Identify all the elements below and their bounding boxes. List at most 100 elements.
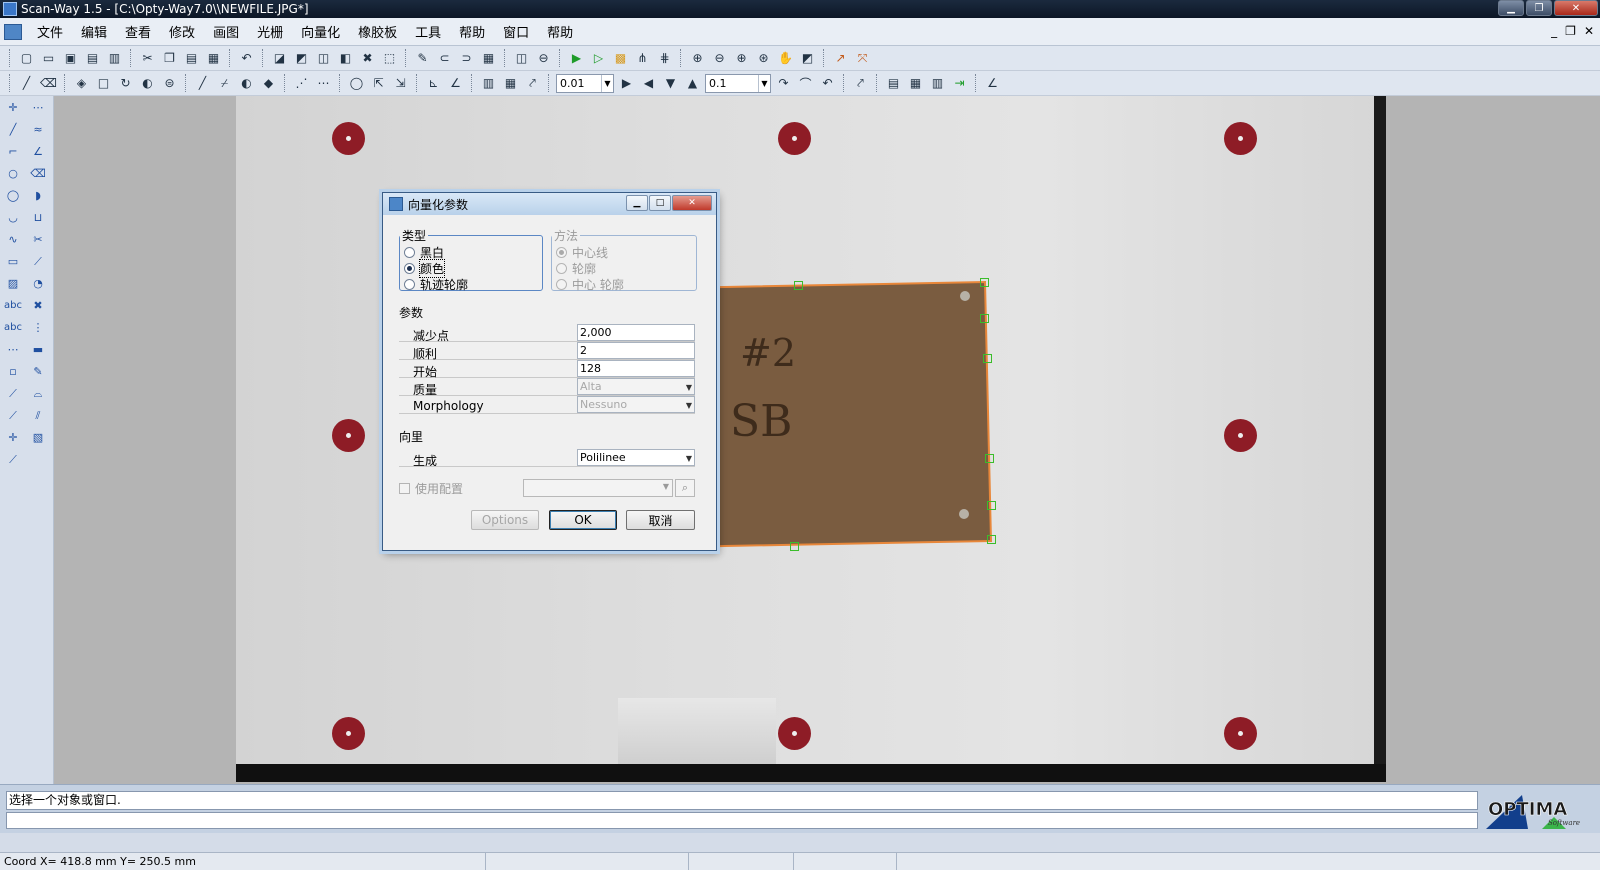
nodes-tool-icon[interactable]: ⋮ [27,317,49,338]
arc-tool-icon[interactable]: ◡ [2,207,24,228]
open-folder-icon[interactable]: ▭ [39,49,58,68]
rotate-cw-icon[interactable]: ↷ [774,74,793,93]
bucket-tool-icon[interactable]: ⊔ [27,207,49,228]
snap-center-icon[interactable]: ✛ [2,427,24,448]
pan-icon[interactable]: ✋ [776,49,795,68]
snap-end-icon[interactable]: ⟋ [2,383,24,404]
generate-select[interactable]: Polilinee ▼ [577,449,695,466]
radio-button[interactable] [404,278,415,290]
angle-icon[interactable]: ∠ [446,74,465,93]
minimize-button[interactable]: ▁ [1498,0,1524,16]
hatch-tool-icon[interactable]: ▨ [2,273,24,294]
run-icon[interactable]: ▶ [567,49,586,68]
reduce-points-input[interactable]: 2,000 [577,324,695,341]
play-right-icon[interactable]: ▶ [617,74,636,93]
maximize-button[interactable]: ❐ [1526,0,1552,16]
chevron-down-icon[interactable]: ▼ [758,74,770,92]
menu-tools[interactable]: 工具 [406,22,450,41]
undo-icon[interactable]: ↶ [237,49,256,68]
filter-icon[interactable]: ⋔ [633,49,652,68]
circle3p-tool-icon[interactable]: ◯ [2,185,24,206]
dots-icon[interactable]: ⋯ [27,97,49,118]
curve-tool-icon[interactable]: ≈ [27,119,49,140]
cancel-button[interactable]: 取消 [626,510,695,530]
play-down-icon[interactable]: ▼ [661,74,680,93]
drawing-canvas[interactable]: #2 SB [54,96,1600,784]
delete-icon[interactable]: ✖ [358,49,377,68]
selection-handle[interactable] [985,454,994,463]
radio-button[interactable] [404,246,415,258]
type-option-trace[interactable]: 轨迹轮廓 [404,276,542,292]
angle-measure-icon[interactable]: ∠ [983,74,1002,93]
eyedropper-icon[interactable]: ⤤ [851,74,870,93]
menu-help-1[interactable]: 帮助 [450,22,494,41]
selection-handle[interactable] [794,281,803,290]
open-dxf-icon[interactable]: ▤ [83,49,102,68]
copy-icon[interactable]: ❐ [160,49,179,68]
play-up-icon[interactable]: ▲ [683,74,702,93]
menu-modify[interactable]: 修改 [160,22,204,41]
erase-line-icon[interactable]: ⌿ [215,74,234,93]
fill-icon[interactable]: ◈ [72,74,91,93]
export-green-icon[interactable]: ⇥ [950,74,969,93]
snap-mid-icon[interactable]: ⟋ [2,405,24,426]
ruler-tool-icon[interactable]: ⟋ [27,251,49,272]
zoom-out-icon[interactable]: ⊖ [710,49,729,68]
menu-help-2[interactable]: 帮助 [538,22,582,41]
menu-raster[interactable]: 光栅 [248,22,292,41]
line-tool-icon[interactable]: ╱ [193,74,212,93]
text-tool-icon[interactable]: abc [2,295,24,316]
text-curve-tool-icon[interactable]: abc [2,317,24,338]
link-icon[interactable]: ⊂ [435,49,454,68]
paste-special-icon[interactable]: ▦ [204,49,223,68]
selection-handle[interactable] [790,542,799,551]
equal-icon[interactable]: ⊜ [160,74,179,93]
toolbar-grip[interactable] [9,49,11,67]
mdi-close-button[interactable]: ✕ [1584,24,1594,38]
mirror-icon[interactable]: ◫ [512,49,531,68]
flip-icon[interactable]: ⊖ [534,49,553,68]
angle-tool-icon[interactable]: ∠ [27,141,49,162]
circle-tool-icon[interactable]: ○ [2,163,24,184]
menu-rubber[interactable]: 橡胶板 [349,22,406,41]
draw-line-icon[interactable]: ╱ [17,74,36,93]
stats-icon[interactable]: ▦ [501,74,520,93]
balloon-icon[interactable]: ◯ [347,74,366,93]
selection-handle[interactable] [983,354,992,363]
eraser-icon[interactable]: ⌫ [39,74,58,93]
measure-icon[interactable]: ⊾ [424,74,443,93]
arrow-cross-icon[interactable]: ⤧ [853,49,872,68]
text-grid-icon[interactable]: ⋯ [314,74,333,93]
dialog-title-bar[interactable]: 向量化参数 ▁ □ ✕ [383,193,716,215]
pencil-icon[interactable]: ✎ [413,49,432,68]
selection-handle[interactable] [980,314,989,323]
blob-tool-icon[interactable]: ◔ [27,273,49,294]
delete-tool-icon[interactable]: ✖ [27,295,49,316]
line-tool-icon[interactable]: ╱ [2,119,24,140]
selection-handle[interactable] [987,535,996,544]
dialog-minimize-button[interactable]: ▁ [626,195,648,211]
table-icon[interactable]: ▥ [928,74,947,93]
mirror-h-icon[interactable]: ◐ [138,74,157,93]
snap-point-icon[interactable]: ▫ [2,361,24,382]
dialog-maximize-button[interactable]: □ [649,195,671,211]
square-icon[interactable]: □ [94,74,113,93]
snap-perp-icon[interactable]: ⟋ [2,449,24,470]
menu-file[interactable]: 文件 [28,22,72,41]
snap-dots-icon[interactable]: ⋯ [2,339,24,360]
image-tool-icon[interactable]: ▧ [27,427,49,448]
step-combo[interactable]: 0.1 ▼ [705,73,771,93]
menu-vectorize[interactable]: 向量化 [292,22,349,41]
spline-tool-icon[interactable]: ∿ [2,229,24,250]
paste-icon[interactable]: ▤ [182,49,201,68]
mdi-minimize-button[interactable]: _ [1551,24,1557,38]
brush-tool-icon[interactable]: ✎ [27,361,49,382]
layer-move-icon[interactable]: ◫ [314,49,333,68]
rectangle-tool-icon[interactable]: ▭ [2,251,24,272]
measure-tool-icon[interactable]: ▬ [27,339,49,360]
ok-button[interactable]: OK [549,510,617,530]
type-option-bw[interactable]: 黑白 [404,244,542,260]
page-icon[interactable]: ▤ [884,74,903,93]
dialog-close-button[interactable]: ✕ [672,195,712,211]
cut-icon[interactable]: ✂ [138,49,157,68]
